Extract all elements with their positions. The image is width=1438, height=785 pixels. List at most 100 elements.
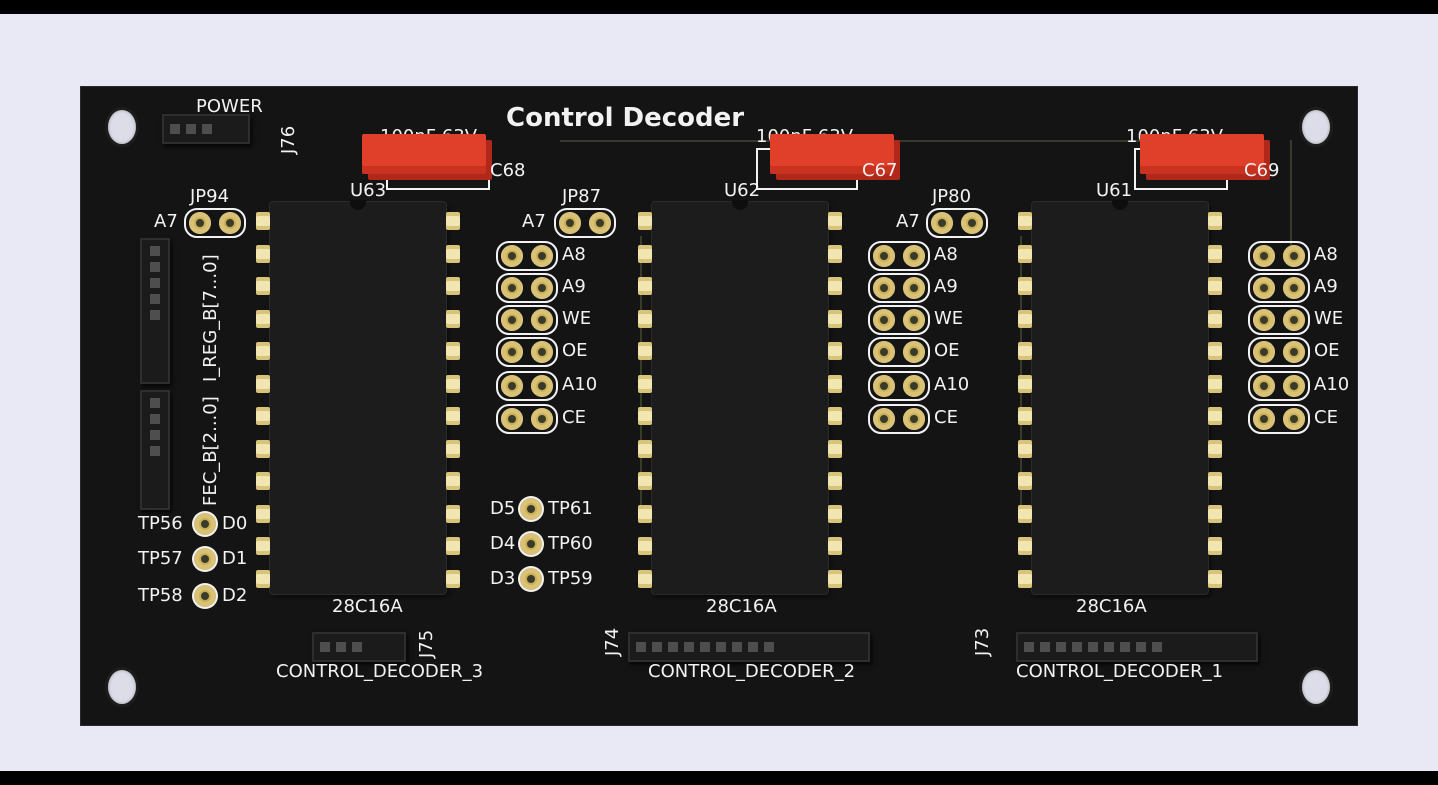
- ic-pin: [828, 439, 842, 458]
- jumper-oe[interactable]: [1248, 337, 1310, 367]
- ic-pin: [1018, 309, 1032, 328]
- jumper-a7[interactable]: [926, 208, 988, 238]
- pcb-board[interactable]: Control Decoder POWER J76 100nF 63V C68 …: [80, 86, 1358, 726]
- jumper-a7[interactable]: [554, 208, 616, 238]
- ic-pin: [638, 309, 652, 328]
- ic-pin: [1018, 277, 1032, 295]
- ic-pin: [1018, 407, 1032, 425]
- test-point[interactable]: [194, 513, 216, 535]
- jumper-we[interactable]: [868, 305, 930, 335]
- ic-pin: [638, 407, 652, 425]
- ic-pin: [446, 504, 460, 523]
- jumper-label: A8: [1314, 244, 1338, 265]
- jumper-a8[interactable]: [1248, 241, 1310, 271]
- connector-ref: J75: [416, 629, 437, 658]
- ic-pin: [256, 569, 270, 588]
- ic-pin: [828, 374, 842, 393]
- ic-ref: U62: [724, 180, 761, 201]
- jumper-we[interactable]: [1248, 305, 1310, 335]
- ic-pin: [256, 277, 270, 295]
- ic-pin: [1018, 472, 1032, 490]
- jumper-a10[interactable]: [496, 371, 558, 401]
- tp-net: D3: [490, 568, 516, 589]
- ic-pin: [638, 537, 652, 555]
- ic-pin: [446, 309, 460, 328]
- ic-pin: [1018, 244, 1032, 263]
- mounting-hole: [1302, 670, 1330, 704]
- tp-ref: TP58: [138, 585, 183, 606]
- ic-u63[interactable]: [270, 200, 446, 594]
- connector-j74[interactable]: [628, 632, 870, 662]
- jumper-a10[interactable]: [868, 371, 930, 401]
- ic-pin: [446, 472, 460, 490]
- jumper-a8[interactable]: [496, 241, 558, 271]
- ic-pin: [256, 472, 270, 490]
- jumper-oe[interactable]: [496, 337, 558, 367]
- reg-bus-header[interactable]: [140, 238, 170, 384]
- jumper-label: A9: [1314, 276, 1338, 297]
- jumper-we[interactable]: [496, 305, 558, 335]
- ic-pin: [1208, 504, 1222, 523]
- test-point[interactable]: [520, 568, 542, 590]
- ic-pin: [1208, 309, 1222, 328]
- jumper-a9[interactable]: [868, 273, 930, 303]
- ic-pin: [828, 342, 842, 360]
- mounting-hole: [108, 670, 136, 704]
- jumper-label: A10: [1314, 374, 1350, 395]
- jumper-a8[interactable]: [868, 241, 930, 271]
- jumper-label: CE: [1314, 407, 1338, 428]
- jumper-ref: JP80: [932, 186, 972, 207]
- power-header[interactable]: [162, 114, 250, 144]
- jumper-a10[interactable]: [1248, 371, 1310, 401]
- ic-u62[interactable]: [652, 200, 828, 594]
- connector-j73[interactable]: [1016, 632, 1258, 662]
- ic-pin: [1208, 342, 1222, 360]
- ic-pin: [638, 569, 652, 588]
- jumper-a9[interactable]: [496, 273, 558, 303]
- connector-ref: J74: [602, 627, 623, 656]
- jumper-ce[interactable]: [496, 404, 558, 434]
- jumper-a7[interactable]: [184, 208, 246, 238]
- ic-pin: [1208, 374, 1222, 393]
- test-point[interactable]: [194, 585, 216, 607]
- ic-pin: [446, 212, 460, 230]
- cap-ref: C68: [490, 160, 526, 181]
- ic-pin: [446, 342, 460, 360]
- ic-pin: [828, 504, 842, 523]
- capacitor-c68[interactable]: [362, 134, 486, 174]
- ic-pin: [1018, 439, 1032, 458]
- ic-pin: [1208, 277, 1222, 295]
- board-title: Control Decoder: [506, 103, 745, 133]
- test-point[interactable]: [194, 548, 216, 570]
- test-point[interactable]: [520, 533, 542, 555]
- jumper-label: A7: [154, 211, 178, 232]
- fec-bus-label: FEC_B[2...0]: [200, 396, 221, 506]
- ic-pin: [1208, 244, 1222, 263]
- jumper-label: A10: [934, 374, 970, 395]
- jumper-label: WE: [934, 308, 964, 329]
- ic-pin: [638, 244, 652, 263]
- ic-pin: [1018, 374, 1032, 393]
- jumper-label: A9: [934, 276, 958, 297]
- jumper-oe[interactable]: [868, 337, 930, 367]
- fec-bus-header[interactable]: [140, 390, 170, 510]
- ic-u61[interactable]: [1032, 200, 1208, 594]
- ic-pin: [256, 309, 270, 328]
- jumper-ce[interactable]: [1248, 404, 1310, 434]
- ic-pin: [446, 569, 460, 588]
- ic-pin: [828, 472, 842, 490]
- jumper-a9[interactable]: [1248, 273, 1310, 303]
- ic-pin: [446, 407, 460, 425]
- cap-ref: C69: [1244, 160, 1280, 181]
- ic-pin: [1208, 212, 1222, 230]
- ic-pin: [446, 244, 460, 263]
- test-point[interactable]: [520, 498, 542, 520]
- connector-j75[interactable]: [312, 632, 406, 662]
- jumper-ce[interactable]: [868, 404, 930, 434]
- ic-pin: [1208, 439, 1222, 458]
- ic-pin: [828, 407, 842, 425]
- ic-part: 28C16A: [1076, 596, 1147, 617]
- tp-ref: TP61: [548, 498, 593, 519]
- ic-pin: [828, 309, 842, 328]
- ic-pin: [828, 277, 842, 295]
